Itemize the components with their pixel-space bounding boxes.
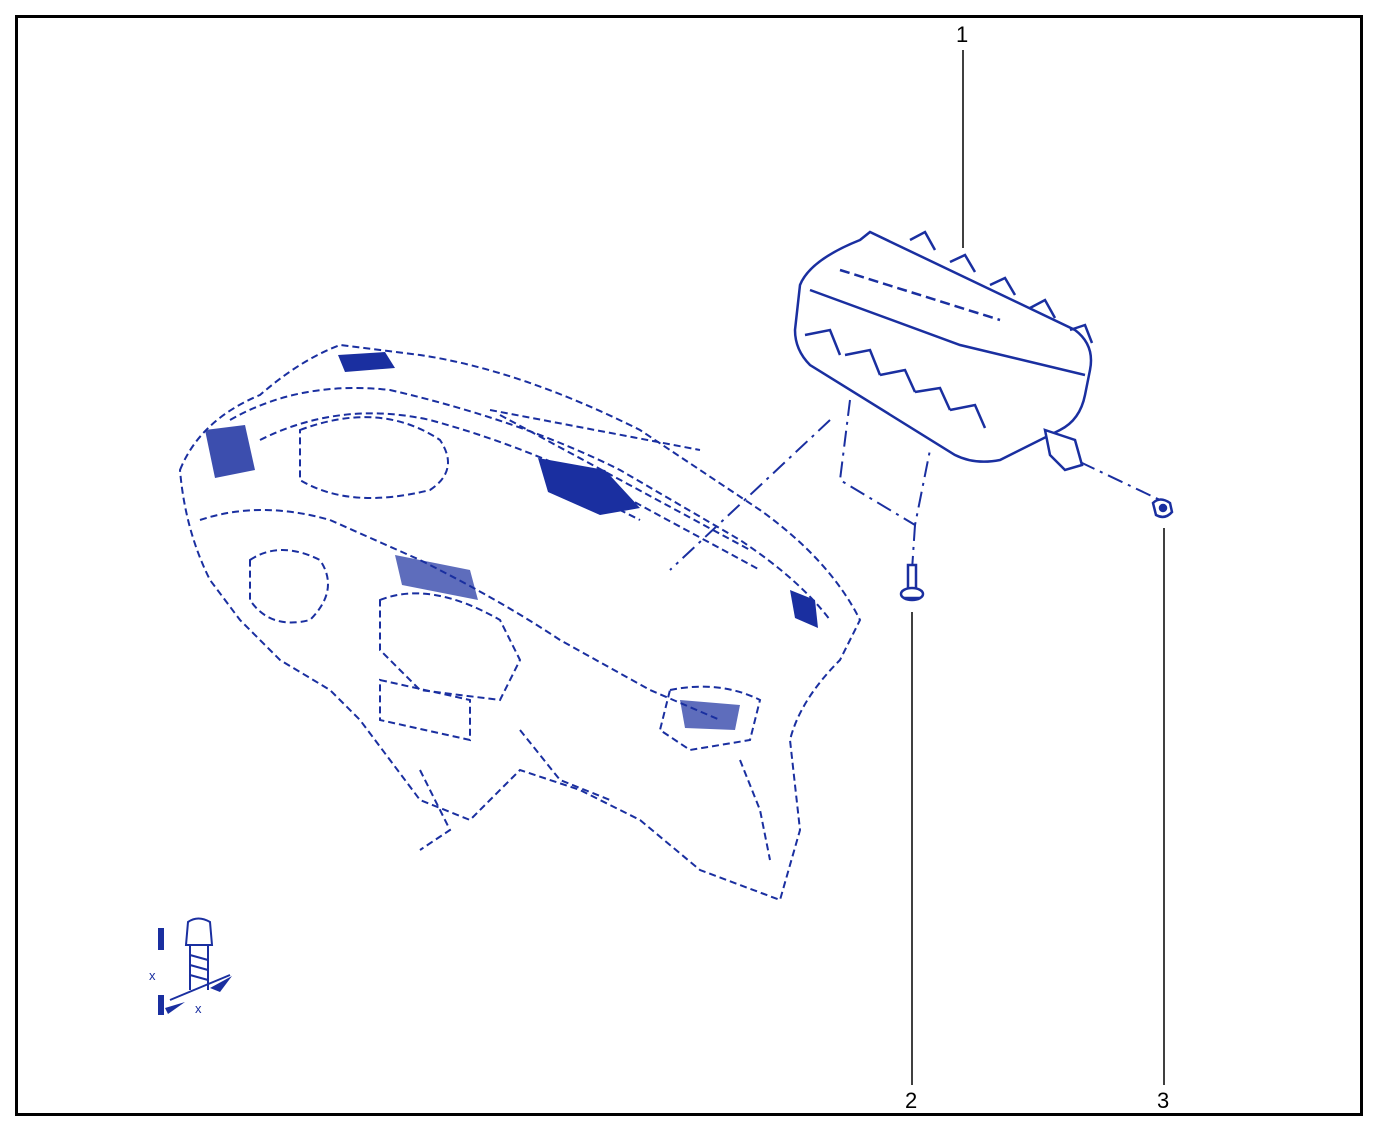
dash-side-vent (790, 590, 818, 628)
airbag-module (793, 230, 1094, 472)
torque-symbol: x x (149, 917, 232, 1016)
clip-nut-part (1151, 498, 1174, 519)
callout-leaders (911, 50, 1165, 1085)
bolt-part (899, 563, 925, 602)
dashboard-filled-details (205, 352, 818, 730)
callout-3: 3 (1157, 1088, 1170, 1113)
dash-right-vent (680, 700, 740, 730)
dash-left-vent (205, 425, 255, 478)
callout-1: 1 (956, 22, 969, 47)
dash-speaker-grille (338, 352, 395, 372)
dash-vent-slot (538, 458, 640, 515)
exploded-parts-diagram: x x (149, 50, 1174, 1085)
torque-symbol-x-bottom: x (195, 1001, 202, 1016)
callout-2: 2 (905, 1088, 918, 1113)
torque-symbol-x-left: x (149, 968, 156, 983)
